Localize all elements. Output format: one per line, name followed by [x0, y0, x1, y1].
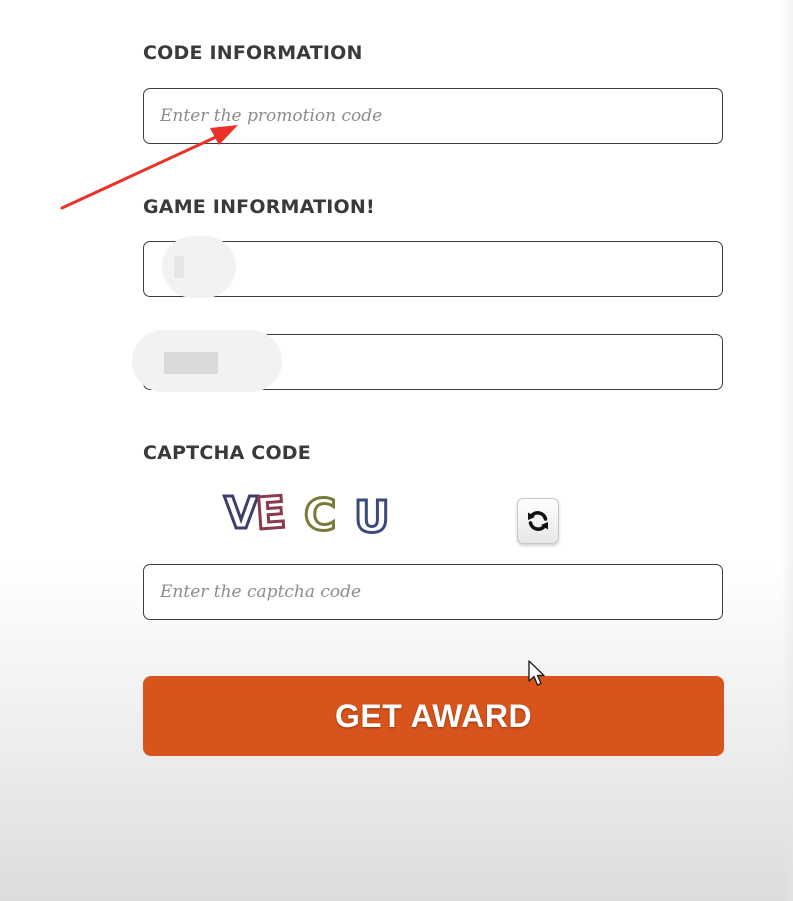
- captcha-code-field[interactable]: [143, 564, 723, 620]
- captcha-code-heading: CAPTCHA CODE: [143, 442, 311, 464]
- code-information-heading: CODE INFORMATION: [143, 42, 363, 64]
- captcha-letter: C: [304, 490, 336, 540]
- blurred-redaction: [162, 236, 236, 298]
- captcha-letter: V: [224, 488, 258, 539]
- captcha-image: V E C U: [223, 486, 392, 540]
- captcha-letter: E: [254, 487, 288, 540]
- blurred-redaction: [132, 330, 282, 392]
- promotion-code-field[interactable]: [143, 88, 723, 144]
- page-edge: [781, 0, 793, 901]
- promotion-code-input[interactable]: [144, 89, 722, 143]
- captcha-refresh-button[interactable]: [517, 498, 559, 544]
- refresh-icon: [528, 511, 548, 531]
- mouse-cursor-icon: [528, 660, 545, 686]
- game-information-heading: GAME INFORMATION!: [143, 196, 375, 218]
- get-award-button[interactable]: GET AWARD: [143, 676, 724, 756]
- captcha-letter: U: [354, 492, 390, 540]
- captcha-code-input[interactable]: [144, 565, 722, 619]
